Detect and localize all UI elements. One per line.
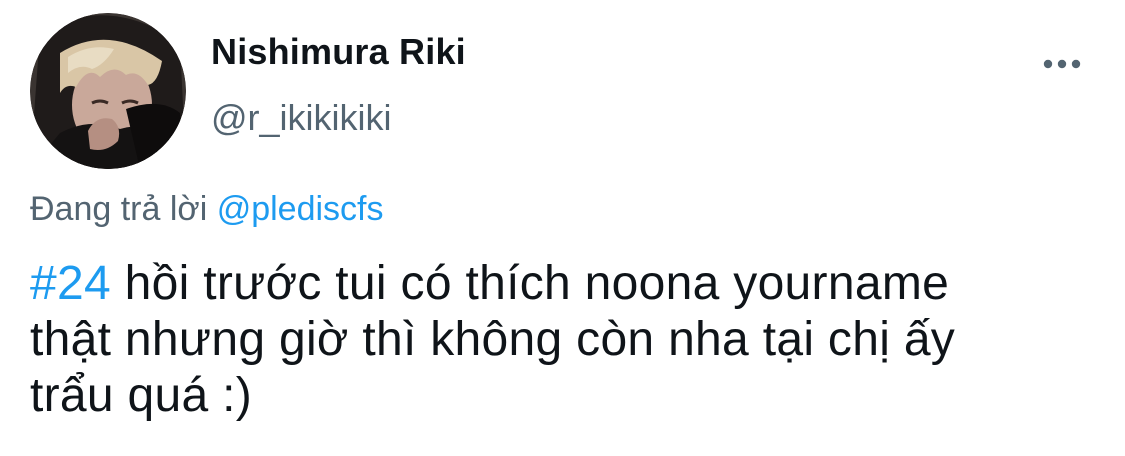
replying-to-line: Đang trả lời @plediscfs xyxy=(30,188,384,230)
author-handle[interactable]: @r_ikikikiki xyxy=(211,96,392,140)
replying-to-label: Đang trả lời xyxy=(30,190,217,228)
tweet-text-line: thật nhưng giờ thì không còn nha tại chị… xyxy=(30,313,956,366)
author-display-name[interactable]: Nishimura Riki xyxy=(211,30,466,74)
tweet-text-line: #24 hồi trước tui có thích noona yournam… xyxy=(30,256,1100,312)
author-avatar[interactable] xyxy=(30,13,186,169)
more-options-button[interactable] xyxy=(1036,46,1088,82)
tweet-text-line: trẩu quá :) xyxy=(30,369,253,422)
tweet-text: #24 hồi trước tui có thích noona yournam… xyxy=(30,256,1100,424)
more-horizontal-icon xyxy=(1043,59,1081,69)
tweet-card: Nishimura Riki @r_ikikikiki Đang trả lời… xyxy=(0,0,1125,456)
reply-mention-link[interactable]: @plediscfs xyxy=(217,190,384,228)
tweet-text-fragment: hồi trước tui có thích noona yourname xyxy=(111,257,950,310)
hashtag-link[interactable]: #24 xyxy=(30,257,111,310)
profile-photo-avatar xyxy=(30,13,186,169)
